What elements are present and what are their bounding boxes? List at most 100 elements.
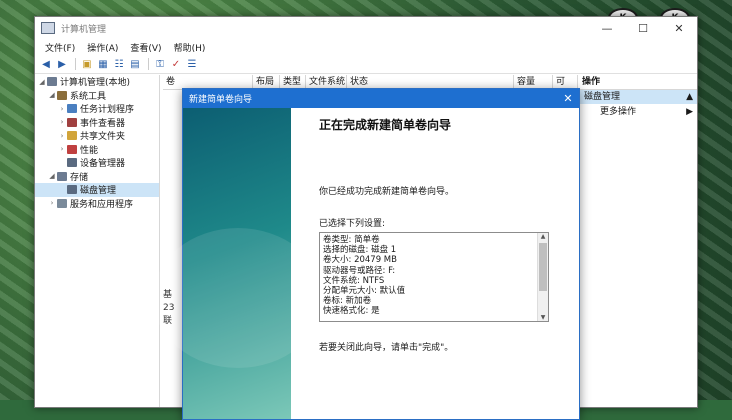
summary-scroll-thumb[interactable] [539,243,547,291]
list-view-icon[interactable]: ☰ [185,57,199,71]
menu-file[interactable]: 文件(F) [39,41,81,54]
wizard-close-button[interactable]: ✕ [557,92,579,105]
close-button[interactable]: ✕ [661,17,697,39]
scroll-down-icon[interactable]: ▼ [538,314,548,321]
tree-item-label: 磁盘管理 [80,186,117,197]
wizard-title: 新建简单卷向导 [189,95,253,105]
check-icon[interactable]: ✓ [169,57,183,71]
tree-item[interactable]: ◢ 系统工具 [35,89,159,103]
tree-node-icon [67,144,77,154]
summary-line: 快速格式化: 是 [323,306,380,317]
tree-node-icon [57,171,67,181]
tree-item-label: 性能 [80,145,99,156]
expand-arrow-icon[interactable]: › [47,199,57,207]
tree-item-label: 共享文件夹 [80,132,126,143]
actions-disk-management[interactable]: 磁盘管理 ▲ [578,90,697,104]
tree-item[interactable]: › 任务计划程序 [35,102,159,116]
tree-item-label: 事件查看器 [80,118,126,129]
scroll-up-icon[interactable]: ▲ [538,233,548,240]
tree-item-label: 服务和应用程序 [70,199,134,210]
tree-item-label: 设备管理器 [80,159,126,170]
tree-node-icon [67,158,77,168]
summary-scrollbar[interactable]: ▲ ▼ [537,233,548,321]
wizard-heading: 正在完成新建简单卷向导 [319,118,452,132]
menu-action[interactable]: 操作(A) [81,41,124,54]
tree-item[interactable]: 磁盘管理 [35,183,159,197]
navigation-tree: ◢ 计算机管理(本地) ◢ 系统工具 › 任务计划程序 › 事件查看器 › 共享文件夹 › 性能 设备管… [35,75,160,407]
title-bar: 计算机管理 — ☐ ✕ [35,17,697,39]
expand-arrow-icon[interactable]: › [57,105,67,113]
tree-node-icon [67,117,77,127]
actions-pane: 操作 磁盘管理 ▲ 更多操作 ▶ [577,75,697,407]
toolbar-separator [75,58,76,70]
toolbar: ◀ ▶ ▣ ▦ ☷ ▤ ⚿ ✓ ☰ [35,55,697,74]
up-folder-icon[interactable]: ▣ [80,57,94,71]
tree-item[interactable]: ◢ 计算机管理(本地) [35,75,159,89]
submenu-arrow-icon: ▶ [686,107,693,117]
column-filesystem[interactable]: 文件系统 [306,75,347,89]
column-volume[interactable]: 卷 [163,75,253,89]
menu-bar: 文件(F) 操作(A) 查看(V) 帮助(H) [35,39,697,55]
tree-item-label: 存储 [70,172,89,183]
column-layout[interactable]: 布局 [253,75,280,89]
expand-arrow-icon[interactable]: › [57,118,67,126]
tree-item-label: 系统工具 [70,91,107,102]
summary-line: 卷标: 新加卷 [323,296,372,307]
column-status[interactable]: 状态 [347,75,514,89]
settings-summary-box[interactable]: 卷类型: 简单卷 选择的磁盘: 磁盘 1 卷大小: 20479 MB 驱动器号或路径:… [319,232,549,322]
summary-line: 分配单元大小: 默认值 [323,285,406,296]
more-actions[interactable]: 更多操作 ▶ [578,104,697,120]
column-type[interactable]: 类型 [280,75,306,89]
menu-help[interactable]: 帮助(H) [168,41,212,54]
summary-line: 卷类型: 简单卷 [323,235,380,245]
tree-node-icon [67,185,77,195]
actions-header: 操作 [578,75,697,90]
expand-arrow-icon[interactable]: ◢ [47,91,57,99]
tree-item-label: 计算机管理(本地) [60,78,131,89]
properties-icon[interactable]: ☷ [112,57,126,71]
menu-view[interactable]: 查看(V) [124,41,167,54]
window-title: 计算机管理 [61,24,107,35]
computer-management-icon [41,22,55,34]
summary-line: 选择的磁盘: 磁盘 1 [323,245,397,256]
summary-line: 驱动器号或路径: F: [323,265,396,276]
tree-item[interactable]: › 事件查看器 [35,116,159,130]
expand-arrow-icon[interactable]: ◢ [37,78,47,86]
tree-item[interactable]: ◢ 存储 [35,170,159,184]
wizard-side-banner [153,108,323,419]
maximize-button[interactable]: ☐ [625,17,661,39]
summary-line: 文件系统: NTFS [323,275,385,286]
tree-node-icon [57,198,67,208]
wizard-settings-label: 已选择下列设置: [319,219,386,229]
wizard-success-text: 你已经成功完成新建简单卷向导。 [319,187,455,197]
tree-node-icon [67,131,77,141]
tree-item[interactable]: 设备管理器 [35,156,159,170]
column-capacity[interactable]: 容量 [514,75,553,89]
tree-item[interactable]: › 服务和应用程序 [35,197,159,211]
forward-arrow-icon[interactable]: ▶ [55,57,69,71]
expand-arrow-icon[interactable]: › [57,132,67,140]
show-hide-tree-icon[interactable]: ▦ [96,57,110,71]
connect-icon[interactable]: ⚿ [153,57,167,71]
expand-arrow-icon[interactable]: ◢ [47,172,57,180]
summary-line: 卷大小: 20479 MB [323,255,397,266]
new-simple-volume-wizard: 新建简单卷向导 ✕ 正在完成新建简单卷向导 你已经成功完成新建简单卷向导。 已选… [153,88,580,420]
tree-item-label: 任务计划程序 [80,105,135,116]
toolbar-separator [148,58,149,70]
tree-item[interactable]: › 共享文件夹 [35,129,159,143]
tree-node-icon [67,104,77,114]
settings-summary-lines: 卷类型: 简单卷 选择的磁盘: 磁盘 1 卷大小: 20479 MB 驱动器号或路径:… [323,235,536,317]
wizard-content: 正在完成新建简单卷向导 你已经成功完成新建简单卷向导。 已选择下列设置: 卷类型… [319,108,579,419]
help-icon[interactable]: ▤ [128,57,142,71]
back-arrow-icon[interactable]: ◀ [39,57,53,71]
expand-arrow-icon[interactable]: › [57,145,67,153]
actions-disk-management-label: 磁盘管理 [584,92,621,102]
tree-item[interactable]: › 性能 [35,143,159,157]
column-free[interactable]: 可 [553,75,570,89]
minimize-button[interactable]: — [589,17,625,39]
collapse-icon[interactable]: ▲ [686,90,693,104]
tree-node-icon [57,90,67,100]
more-actions-label: 更多操作 [600,107,637,117]
wizard-finish-hint: 若要关闭此向导，请单击"完成"。 [319,343,454,353]
wizard-title-bar: 新建简单卷向导 ✕ [183,89,579,108]
